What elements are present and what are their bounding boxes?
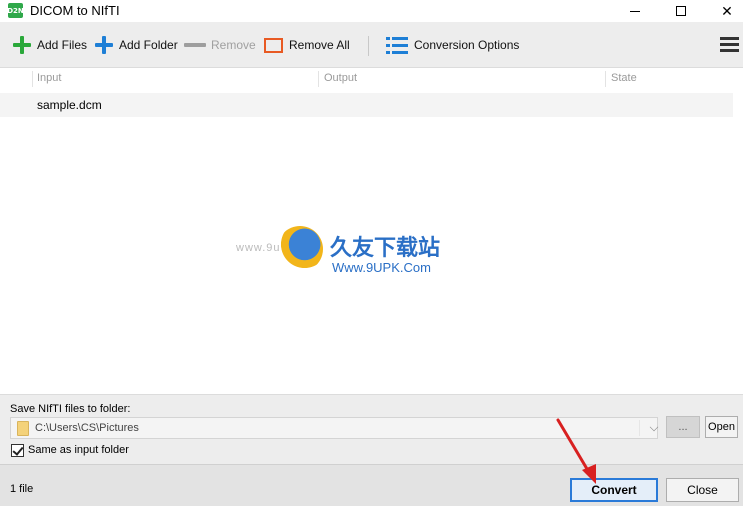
combo-divider — [639, 420, 640, 436]
folder-icon — [17, 421, 29, 436]
menu-icon[interactable] — [720, 37, 739, 53]
list-item-input: sample.dcm — [37, 98, 102, 112]
column-header-state[interactable]: State — [611, 72, 637, 84]
title-bar: D2N DICOM to NIfTI ✕ — [0, 0, 743, 22]
add-folder-icon — [94, 35, 114, 55]
same-as-input-checkbox[interactable] — [11, 444, 24, 457]
remove-label: Remove — [211, 38, 256, 52]
remove-icon — [184, 35, 206, 55]
close-button[interactable]: Close — [666, 478, 739, 502]
same-as-input-label[interactable]: Same as input folder — [28, 444, 129, 456]
output-folder-path: C:\Users\CS\Pictures — [35, 422, 139, 434]
app-icon: D2N — [7, 3, 24, 18]
column-divider — [318, 71, 319, 87]
maximize-icon — [676, 6, 686, 16]
browse-button[interactable]: ... — [666, 416, 700, 438]
remove-all-icon — [264, 37, 283, 53]
status-bar: 1 file Convert Close — [0, 464, 743, 506]
close-window-button[interactable]: ✕ — [704, 0, 743, 22]
convert-button[interactable]: Convert — [570, 478, 658, 502]
save-panel: Save NIfTI files to folder: C:\Users\CS\… — [0, 394, 743, 464]
watermark-chinese-text: 久友下载站 — [330, 236, 441, 261]
list-item[interactable]: sample.dcm — [0, 93, 733, 117]
add-folder-label: Add Folder — [119, 38, 178, 52]
watermark: www.9u 久友下载站 Www.9UPK.Com — [232, 222, 492, 294]
conversion-options-button[interactable]: Conversion Options — [386, 34, 519, 56]
column-header-output[interactable]: Output — [324, 72, 357, 84]
minimize-icon — [630, 10, 640, 12]
watermark-left-text: www.9u — [236, 242, 281, 254]
add-files-button[interactable]: Add Files — [12, 34, 87, 56]
watermark-url: Www.9UPK.Com — [332, 260, 431, 275]
output-folder-combo[interactable]: C:\Users\CS\Pictures — [10, 417, 659, 439]
list-icon — [386, 36, 408, 54]
minimize-button[interactable] — [612, 0, 658, 22]
remove-all-label: Remove All — [289, 38, 350, 52]
watermark-logo — [277, 226, 323, 272]
window-title: DICOM to NIfTI — [30, 3, 120, 18]
add-icon — [12, 35, 32, 55]
add-folder-button[interactable]: Add Folder — [94, 34, 178, 56]
column-divider — [605, 71, 606, 87]
column-header-input[interactable]: Input — [37, 72, 61, 84]
maximize-button[interactable] — [658, 0, 704, 22]
toolbar-separator — [368, 36, 369, 56]
chevron-down-icon[interactable] — [649, 422, 659, 432]
toolbar: Add Files Add Folder Remove Remove All C… — [0, 22, 743, 68]
column-divider — [32, 71, 33, 87]
file-count: 1 file — [10, 483, 34, 495]
save-folder-label: Save NIfTI files to folder: — [10, 403, 131, 415]
conversion-options-label: Conversion Options — [414, 38, 520, 52]
close-icon: ✕ — [721, 2, 733, 19]
remove-button[interactable]: Remove — [184, 34, 256, 56]
add-files-label: Add Files — [37, 38, 88, 52]
open-folder-button[interactable]: Open — [705, 416, 738, 438]
list-header: Input Output State — [0, 68, 743, 90]
remove-all-button[interactable]: Remove All — [264, 34, 350, 56]
